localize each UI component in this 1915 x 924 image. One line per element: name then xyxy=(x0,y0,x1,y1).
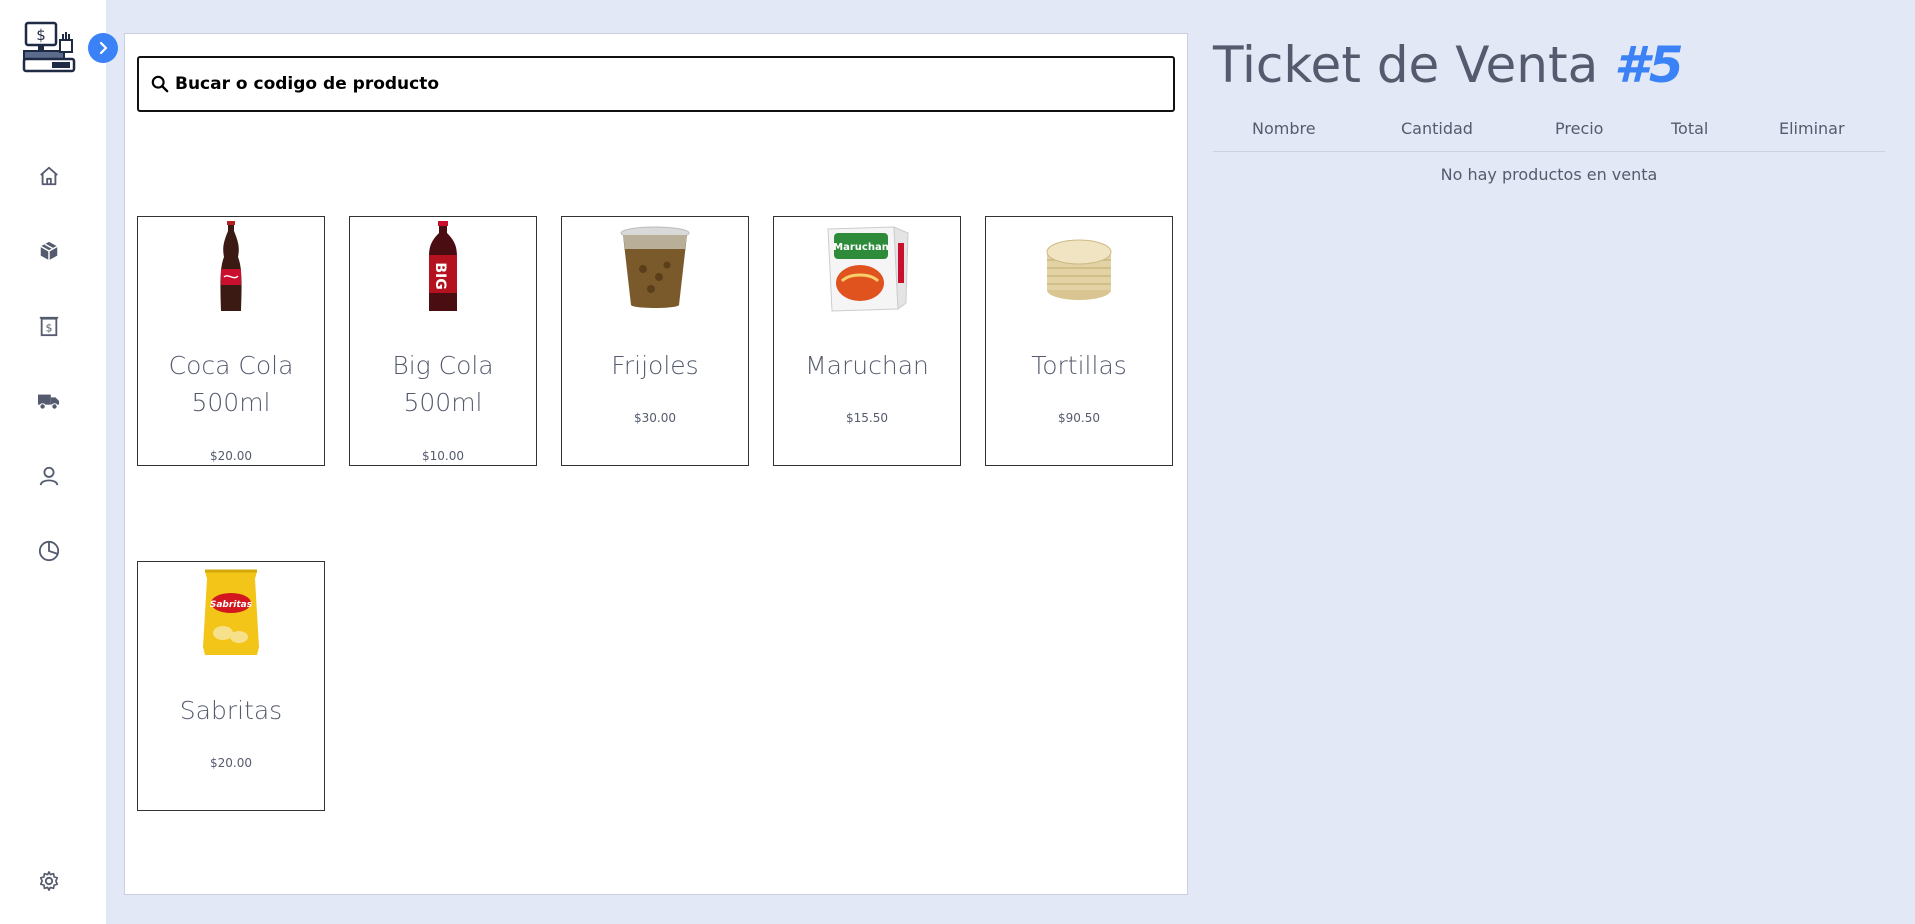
column-header-total: Total xyxy=(1671,119,1709,138)
product-price: $90.50 xyxy=(1058,411,1100,425)
big-cola-bottle-image: BIG xyxy=(350,221,536,315)
product-price: $20.00 xyxy=(210,756,252,770)
svg-text:BIG: BIG xyxy=(432,262,448,289)
search-bar[interactable] xyxy=(137,56,1175,112)
truck-icon[interactable] xyxy=(36,388,62,414)
svg-text:$: $ xyxy=(46,322,53,335)
sidebar-toggle-button[interactable] xyxy=(88,33,118,63)
home-icon[interactable] xyxy=(36,163,62,189)
product-card-frijoles[interactable]: Frijoles $30.00 xyxy=(561,216,749,466)
product-name: Maruchan xyxy=(805,351,929,380)
product-name: Sabritas xyxy=(179,696,283,725)
frijoles-cup-image xyxy=(562,221,748,315)
product-card-tortillas[interactable]: Tortillas $90.50 xyxy=(985,216,1173,466)
product-card-coca-cola[interactable]: Coca Cola 500ml $20.00 xyxy=(137,216,325,466)
search-icon xyxy=(151,75,169,93)
column-header-precio: Precio xyxy=(1555,119,1604,138)
product-name: Big Cola 500ml xyxy=(392,351,494,417)
svg-text:Maruchan: Maruchan xyxy=(833,242,889,253)
pos-logo-icon[interactable]: $ xyxy=(22,20,76,74)
tortillas-stack-image xyxy=(986,221,1172,315)
ticket-title: Ticket de Venta #5 xyxy=(1213,36,1684,94)
empty-ticket-message: No hay productos en venta xyxy=(1440,165,1658,184)
ticket-title-text: Ticket de Venta xyxy=(1213,36,1599,94)
sidebar: $ $ xyxy=(0,0,118,924)
product-name: Tortillas xyxy=(1031,351,1127,380)
column-header-eliminar: Eliminar xyxy=(1779,119,1845,138)
svg-text:Sabritas: Sabritas xyxy=(210,600,253,610)
svg-text:$: $ xyxy=(36,26,46,44)
sabritas-bag-image: Sabritas xyxy=(138,566,324,660)
user-icon[interactable] xyxy=(36,463,62,489)
maruchan-cup-image: Maruchan xyxy=(774,221,960,315)
product-price: $10.00 xyxy=(422,449,464,463)
product-price: $20.00 xyxy=(210,449,252,463)
search-input[interactable] xyxy=(175,74,1155,94)
box-icon[interactable] xyxy=(36,238,62,264)
product-price: $30.00 xyxy=(634,411,676,425)
chevron-right-icon xyxy=(99,41,108,55)
product-name: Frijoles xyxy=(611,351,699,380)
ticket-table-header: Nombre Cantidad Precio Total Eliminar xyxy=(1213,116,1885,152)
product-name: Coca Cola 500ml xyxy=(168,351,294,417)
product-card-maruchan[interactable]: Maruchan Maruchan $15.50 xyxy=(773,216,961,466)
column-header-cantidad: Cantidad xyxy=(1401,119,1473,138)
products-panel: Coca Cola 500ml $20.00 BIG Big Cola 500m… xyxy=(124,33,1188,895)
pie-chart-icon[interactable] xyxy=(36,538,62,564)
coca-cola-bottle-image xyxy=(138,221,324,315)
product-price: $15.50 xyxy=(846,411,888,425)
column-header-nombre: Nombre xyxy=(1252,119,1316,138)
gear-icon[interactable] xyxy=(36,868,62,894)
ticket-number: #5 xyxy=(1614,36,1684,94)
product-card-big-cola[interactable]: BIG Big Cola 500ml $10.00 xyxy=(349,216,537,466)
product-card-sabritas[interactable]: Sabritas Sabritas $20.00 xyxy=(137,561,325,811)
receipt-icon[interactable]: $ xyxy=(36,313,62,339)
